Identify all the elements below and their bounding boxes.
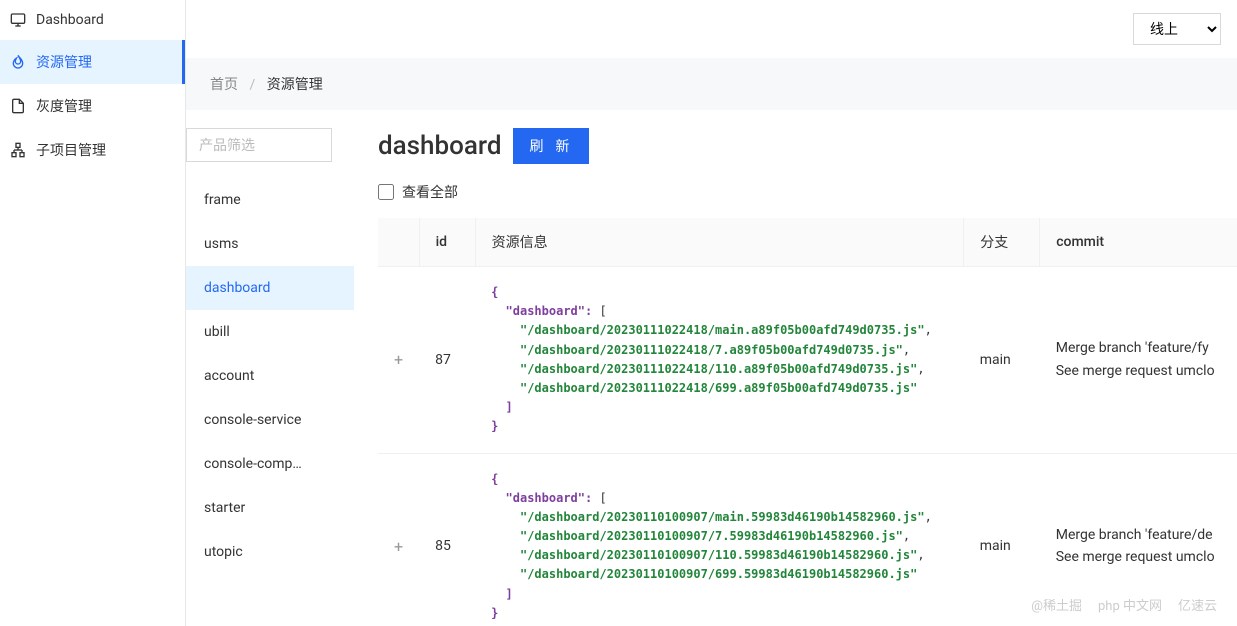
refresh-button[interactable]: 刷 新 xyxy=(513,128,589,164)
expand-toggle[interactable]: + xyxy=(378,453,419,626)
product-item-frame[interactable]: frame xyxy=(186,178,354,222)
env-select[interactable]: 线上 xyxy=(1133,13,1221,45)
monitor-icon xyxy=(10,12,26,28)
cell-id: 85 xyxy=(419,453,475,626)
breadcrumb: 首页 / 资源管理 xyxy=(186,58,1237,110)
product-item-usms[interactable]: usms xyxy=(186,222,354,266)
table-row: + 85 { "dashboard": [ "/dashboard/202301… xyxy=(378,453,1237,626)
cell-branch: main xyxy=(964,267,1040,454)
view-all-checkbox[interactable] xyxy=(378,184,394,200)
breadcrumb-home[interactable]: 首页 xyxy=(210,77,238,93)
main-content: 线上 首页 / 资源管理 frame usms dashboard ubill … xyxy=(186,0,1237,626)
cell-resource: { "dashboard": [ "/dashboard/20230110100… xyxy=(475,453,964,626)
cell-commit: Merge branch 'feature/de See merge reque… xyxy=(1040,453,1237,626)
product-item-ubill[interactable]: ubill xyxy=(186,310,354,354)
plus-icon: + xyxy=(394,537,403,556)
nav-label: 资源管理 xyxy=(36,52,92,72)
nav-item-resource[interactable]: 资源管理 xyxy=(0,40,185,84)
main-sidebar: Dashboard 资源管理 灰度管理 子项目管理 xyxy=(0,0,186,626)
breadcrumb-current: 资源管理 xyxy=(267,77,323,93)
plus-icon: + xyxy=(394,350,403,369)
cell-commit: Merge branch 'feature/fy See merge reque… xyxy=(1040,267,1237,454)
resource-table: id 资源信息 分支 commit + 87 { "dashboard": [ … xyxy=(378,218,1237,626)
expand-toggle[interactable]: + xyxy=(378,267,419,454)
nav-label: 灰度管理 xyxy=(36,96,92,116)
cell-resource: { "dashboard": [ "/dashboard/20230111022… xyxy=(475,267,964,454)
col-resource: 资源信息 xyxy=(475,218,964,267)
product-item-console-comp[interactable]: console-comp… xyxy=(186,442,354,486)
nav-label: 子项目管理 xyxy=(36,140,106,160)
table-row: + 87 { "dashboard": [ "/dashboard/202301… xyxy=(378,267,1237,454)
product-item-account[interactable]: account xyxy=(186,354,354,398)
nav-item-subproject[interactable]: 子项目管理 xyxy=(0,128,185,172)
view-all-label: 查看全部 xyxy=(402,182,458,202)
file-icon xyxy=(10,98,26,114)
product-item-dashboard[interactable]: dashboard xyxy=(186,266,354,310)
col-branch: 分支 xyxy=(964,218,1040,267)
product-item-console-service[interactable]: console-service xyxy=(186,398,354,442)
col-expand xyxy=(378,218,419,267)
nav-item-gray[interactable]: 灰度管理 xyxy=(0,84,185,128)
detail-title: dashboard xyxy=(378,131,501,161)
topbar: 线上 xyxy=(186,0,1237,58)
nav-item-dashboard[interactable]: Dashboard xyxy=(0,0,185,40)
flame-icon xyxy=(10,54,26,70)
col-id: id xyxy=(419,218,475,267)
product-item-utopic[interactable]: utopic xyxy=(186,530,354,574)
nav-label: Dashboard xyxy=(36,12,104,28)
tree-icon xyxy=(10,142,26,158)
detail-panel: dashboard 刷 新 查看全部 id 资源信息 分支 commit xyxy=(354,110,1237,626)
product-sidebar: frame usms dashboard ubill account conso… xyxy=(186,110,354,626)
product-filter-input[interactable] xyxy=(186,128,332,162)
cell-id: 87 xyxy=(419,267,475,454)
breadcrumb-sep: / xyxy=(249,77,255,93)
col-commit: commit xyxy=(1040,218,1237,267)
product-item-starter[interactable]: starter xyxy=(186,486,354,530)
cell-branch: main xyxy=(964,453,1040,626)
